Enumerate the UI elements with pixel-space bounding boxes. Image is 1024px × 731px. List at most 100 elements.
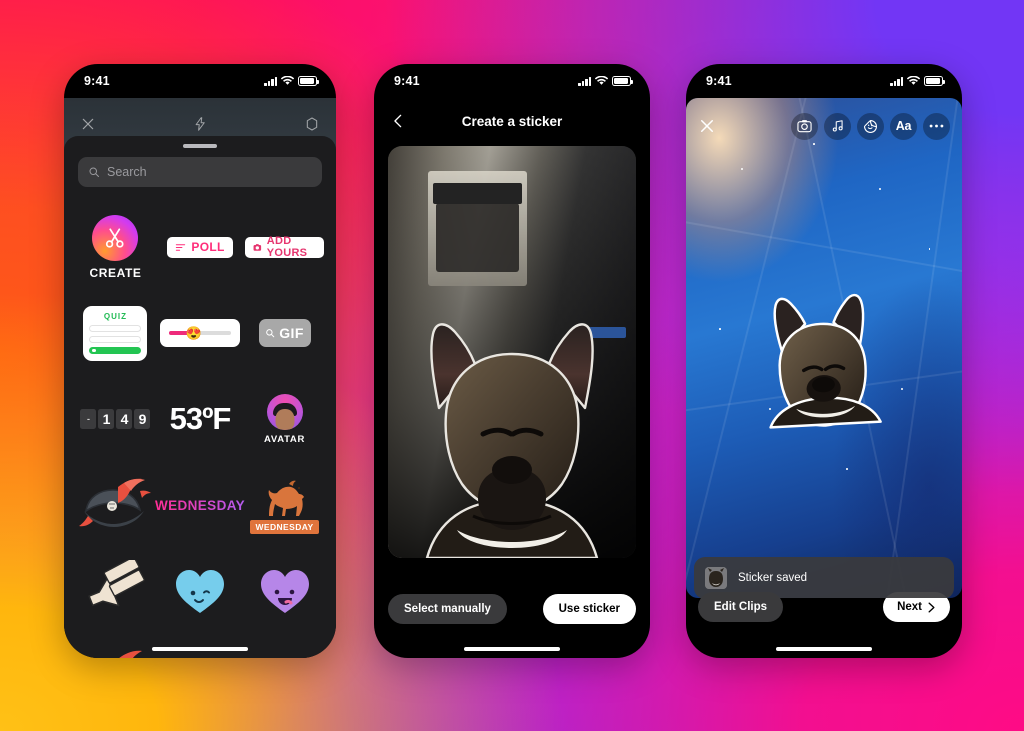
status-time: 9:41 [84,74,110,88]
sheet-grabber[interactable] [183,144,217,148]
pirate-hat-icon [119,650,143,658]
nav-bar-2: Create a sticker [374,98,650,144]
page-title: Create a sticker [461,113,563,129]
wednesday-text-label: WEDNESDAY [154,497,246,513]
pirate-hat-icon [79,478,152,527]
next-button-label: Next [897,601,922,613]
sticker-gif[interactable]: GIF [245,291,324,375]
sticker-placeholder-2 [245,635,324,658]
sticker-icon[interactable] [857,112,884,140]
avatar-face [275,409,295,430]
text-icon[interactable]: Aa [890,112,917,140]
toolbar-icons: Aa [791,112,950,140]
phone-create-a-sticker: 9:41 Create a sticker Select manually Us… [374,64,650,658]
sticker-preview-photo[interactable] [388,146,636,558]
add-yours-label: ADD YOURS [266,235,308,259]
phone-sticker-tray: 9:41 Search CREATE POLL ADD YOURS QUIZ 😍… [64,64,336,658]
status-icons [578,76,633,86]
close-icon[interactable] [80,116,96,132]
more-icon[interactable] [923,112,950,140]
thumbnail-dog-icon [705,567,727,589]
status-time: 9:41 [706,74,732,88]
oven-knobs [432,183,522,204]
settings-icon[interactable] [304,116,320,132]
camera-icon[interactable] [791,112,818,140]
use-sticker-button[interactable]: Use sticker [542,594,636,624]
avatar [266,393,303,430]
sticker-wednesday-text[interactable]: WEDNESDAY [155,463,245,547]
temperature-label: 53ºF [169,401,232,436]
status-icons [264,76,319,86]
poll-label: POLL [191,240,225,254]
screen-1: 9:41 Search CREATE POLL ADD YOURS QUIZ 😍… [64,64,336,658]
status-bar-2: 9:41 [374,64,650,98]
scissors-icon [106,227,125,248]
chevron-left-icon[interactable] [390,113,407,130]
french-bulldog-cutout [425,323,599,558]
sticker-create[interactable]: CREATE [76,205,155,289]
screen-2: 9:41 Create a sticker Select manually Us… [374,64,650,658]
status-time: 9:41 [394,74,420,88]
sticker-pirate-hat[interactable] [76,463,155,547]
dog-sticker-placed[interactable] [744,278,904,438]
sticker-thumbnail [705,567,727,589]
sticker-blue-heart[interactable] [155,549,245,633]
home-indicator-1[interactable] [152,647,248,651]
status-bar-1: 9:41 [64,64,336,98]
close-icon[interactable] [698,117,716,135]
flash-icon[interactable] [193,115,208,133]
add-yours-pill: ADD YOURS [245,235,324,259]
sticker-pirate-hat-2[interactable] [76,635,155,658]
gif-button: GIF [258,319,311,347]
sticker-avatar[interactable]: AVATAR [245,377,324,461]
create-label: CREATE [89,265,142,280]
home-indicator-2[interactable] [464,647,560,651]
quiz-option-1 [89,324,142,332]
star [719,328,721,330]
quiz-option-2 [89,335,142,343]
sticker-saved-toast: Sticker saved [694,557,954,598]
sticker-add-yours[interactable]: ADD YOURS [245,205,324,289]
sticker-temperature[interactable]: 53ºF [155,377,245,461]
search-icon [266,329,275,338]
slider-track: 😍 [169,327,231,340]
blue-heart-icon [176,570,224,613]
search-placeholder: Search [107,165,147,179]
story-canvas[interactable]: Sticker saved [686,98,962,598]
music-icon[interactable] [824,112,851,140]
chevron-right-icon [928,602,935,612]
screen-3: Sticker saved Aa 9:41 Edit Clips Next [686,64,962,658]
sticker-poll[interactable]: POLL [155,205,245,289]
countdown-digits: - 1 4 9 [80,409,151,429]
sticker-sound-on[interactable] [76,549,155,633]
select-manually-button[interactable]: Select manually [388,594,507,624]
cellular-bars-icon [890,76,903,86]
camera-icon [253,243,262,251]
quiz-option-3-selected [89,346,142,354]
phone-story-editor: Sticker saved Aa 9:41 Edit Clips Next [686,64,962,658]
story-toolbar: Aa [686,104,962,148]
poll-pill: POLL [167,236,233,258]
battery-icon [298,76,319,86]
home-indicator-3[interactable] [776,647,872,651]
purple-heart-icon [260,570,309,613]
camel-wednesday-label: WEDNESDAY [250,520,319,534]
sticker-camel-wednesday[interactable]: WEDNESDAY [245,463,324,547]
sticker-countdown[interactable]: - 1 4 9 [76,377,155,461]
poll-icon [176,243,186,251]
sticker-slider[interactable]: 😍 [155,291,245,375]
wifi-icon [907,76,920,85]
slider-emoji: 😍 [185,325,202,341]
sticker-quiz[interactable]: QUIZ [76,291,155,375]
quiz-label: QUIZ [103,311,128,321]
search-input[interactable]: Search [78,157,322,187]
battery-icon [924,76,945,86]
sticker-purple-heart[interactable] [245,549,324,633]
status-icons [890,76,945,86]
countdown-digit-2: 4 [116,409,133,429]
battery-icon [612,76,633,86]
wifi-icon [595,76,608,85]
status-bar-3: 9:41 [686,64,962,98]
create-circle [92,214,139,261]
sound-on-icon [88,560,146,607]
